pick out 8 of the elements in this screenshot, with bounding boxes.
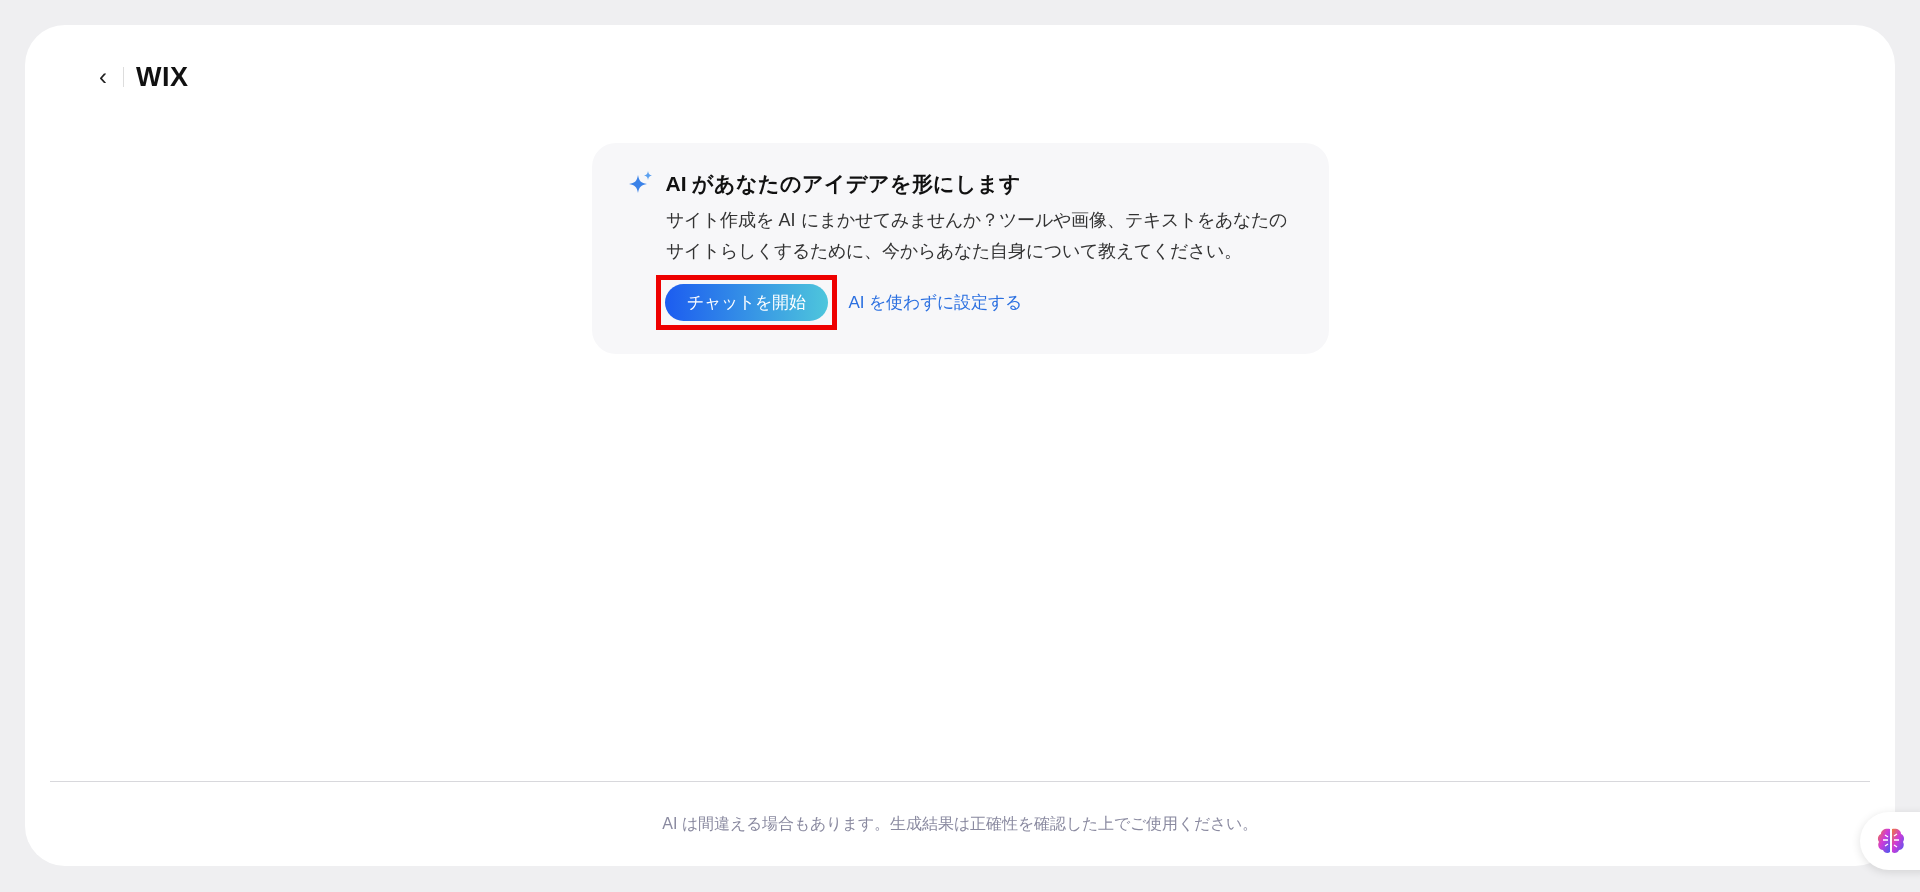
card-description: サイト作成を AI にまかせてみませんか？ツールや画像、テキストをあなたのサイトらしくするために、今からあなた自身について教えてください。 — [665, 209, 1288, 263]
back-button[interactable]: ‹ — [95, 65, 111, 89]
card-title: AI があなたのアイデアを形にします — [665, 171, 1023, 198]
disclaimer-text: AI は間違える場合もあります。生成結果は正確性を確認した上でご使用ください。 — [662, 813, 1258, 834]
start-chat-button[interactable]: チャットを開始 — [664, 284, 828, 321]
brain-icon — [1876, 827, 1906, 855]
setup-without-ai-link[interactable]: AI を使わずに設定する — [848, 291, 1023, 314]
logo: WIX — [136, 61, 189, 93]
